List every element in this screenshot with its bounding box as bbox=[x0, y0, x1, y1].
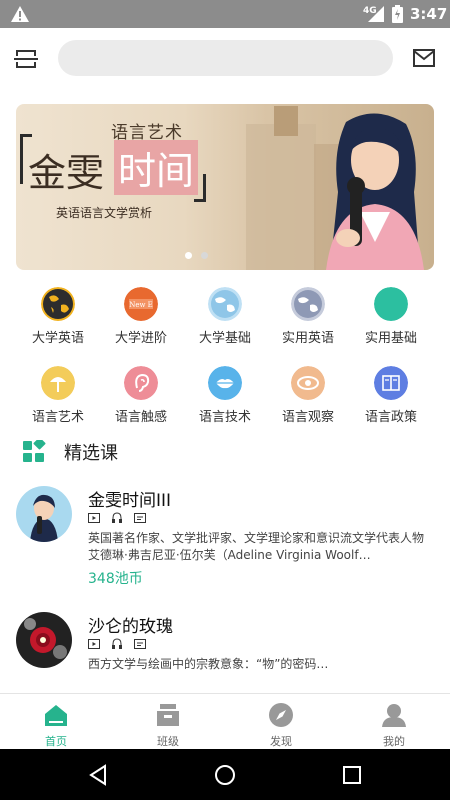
battery-icon bbox=[392, 5, 403, 23]
category-label: 语言触感 bbox=[114, 410, 167, 425]
circle-teal-icon bbox=[374, 287, 408, 321]
category-label: 大学英语 bbox=[31, 331, 84, 346]
lips-icon bbox=[208, 366, 242, 400]
nav-label: 发现 bbox=[270, 735, 292, 748]
banner-title-right: 时间 bbox=[114, 140, 199, 195]
category-label: 语言技术 bbox=[198, 410, 251, 425]
category-college-basic[interactable]: 大学基础 bbox=[183, 287, 267, 357]
featured-icon bbox=[23, 440, 46, 462]
course-meta bbox=[88, 638, 152, 652]
banner-title-left: 金雯 bbox=[28, 151, 105, 195]
ear-icon bbox=[124, 366, 158, 400]
category-label: 大学进阶 bbox=[114, 331, 167, 346]
category-language-touch[interactable]: 语言触感 bbox=[99, 366, 183, 436]
book-icon bbox=[374, 366, 408, 400]
course-card[interactable]: 沙仑的玫瑰 西方文学与绘画中的宗教意象：“物”的密码… bbox=[0, 612, 450, 692]
nav-label: 首页 bbox=[45, 735, 67, 748]
category-label: 大学基础 bbox=[198, 331, 251, 346]
document-icon bbox=[134, 639, 147, 649]
bottom-nav: 首页 班级 发现 我的 bbox=[0, 693, 450, 749]
globe-gray-icon bbox=[291, 287, 325, 321]
category-label: 语言观察 bbox=[281, 410, 334, 425]
category-practical-basic[interactable]: 实用基础 bbox=[349, 287, 433, 357]
class-icon bbox=[157, 704, 179, 726]
category-label: 实用英语 bbox=[281, 331, 334, 346]
clock: 3:47 bbox=[410, 5, 448, 23]
banner-caption: 英语语言文学赏析 bbox=[56, 206, 153, 220]
home-button-icon[interactable] bbox=[213, 763, 237, 787]
svg-text:New E: New E bbox=[129, 301, 153, 309]
nav-label: 班级 bbox=[157, 735, 179, 748]
banner-speaker-image bbox=[326, 113, 424, 270]
nav-profile[interactable]: 我的 bbox=[338, 694, 450, 750]
nav-discover[interactable]: 发现 bbox=[225, 694, 337, 750]
art-icon bbox=[41, 366, 75, 400]
course-description: 西方文学与绘画中的宗教意象：“物”的密码… bbox=[88, 657, 329, 671]
nav-home[interactable]: 首页 bbox=[0, 694, 112, 750]
video-icon bbox=[88, 513, 100, 523]
back-icon[interactable] bbox=[86, 763, 110, 787]
course-title: 金雯时间III bbox=[88, 491, 172, 511]
banner-tower bbox=[274, 106, 298, 136]
course-price: 348池币 bbox=[88, 571, 143, 587]
category-college-advanced[interactable]: New E 大学进阶 bbox=[99, 287, 183, 357]
category-language-policy[interactable]: 语言政策 bbox=[349, 366, 433, 436]
banner-building bbox=[246, 124, 316, 270]
course-thumbnail bbox=[16, 486, 72, 542]
category-label: 实用基础 bbox=[364, 331, 417, 346]
category-practical-english[interactable]: 实用英语 bbox=[266, 287, 350, 357]
system-nav-bar bbox=[0, 749, 450, 800]
status-bar: 4G 3:47 bbox=[0, 0, 450, 28]
category-language-observe[interactable]: 语言观察 bbox=[266, 366, 350, 436]
warning-icon bbox=[11, 6, 29, 22]
course-thumbnail bbox=[16, 612, 72, 668]
globe-dark-icon bbox=[41, 287, 75, 321]
profile-icon bbox=[382, 704, 406, 727]
document-icon bbox=[134, 513, 147, 523]
search-input[interactable] bbox=[58, 40, 393, 76]
video-icon bbox=[88, 639, 100, 649]
top-bar bbox=[0, 28, 450, 90]
mail-icon[interactable] bbox=[413, 49, 435, 67]
audio-icon bbox=[112, 638, 123, 649]
promo-banner[interactable]: 语言艺术 金雯 时间 英语语言文学赏析 bbox=[16, 104, 434, 270]
course-meta bbox=[88, 512, 152, 526]
nav-label: 我的 bbox=[383, 735, 405, 748]
section-title: 精选课 bbox=[64, 443, 118, 464]
news-icon: New E bbox=[124, 287, 158, 321]
globe-light-icon bbox=[208, 287, 242, 321]
course-card[interactable]: 金雯时间III 英国著名作家、文学批评家、文学理论家和意识流文学代表人物艾德琳·… bbox=[0, 486, 450, 587]
pagination-dot-active[interactable] bbox=[185, 252, 192, 259]
category-college-english[interactable]: 大学英语 bbox=[16, 287, 100, 357]
eye-icon bbox=[291, 366, 325, 400]
category-label: 语言政策 bbox=[364, 410, 417, 425]
audio-icon bbox=[112, 512, 123, 523]
signal-icon bbox=[368, 6, 384, 22]
category-language-tech[interactable]: 语言技术 bbox=[183, 366, 267, 436]
category-label: 语言艺术 bbox=[31, 410, 84, 425]
scan-icon[interactable] bbox=[14, 48, 38, 70]
compass-icon bbox=[269, 703, 293, 727]
recents-icon[interactable] bbox=[340, 763, 364, 787]
nav-class[interactable]: 班级 bbox=[112, 694, 224, 750]
pagination-dot[interactable] bbox=[201, 252, 208, 259]
course-description: 英国著名作家、文学批评家、文学理论家和意识流文学代表人物艾德琳·弗吉尼亚·伍尔芙… bbox=[88, 531, 425, 562]
home-icon bbox=[45, 705, 67, 726]
course-title: 沙仑的玫瑰 bbox=[88, 617, 173, 637]
category-language-art[interactable]: 语言艺术 bbox=[16, 366, 100, 436]
